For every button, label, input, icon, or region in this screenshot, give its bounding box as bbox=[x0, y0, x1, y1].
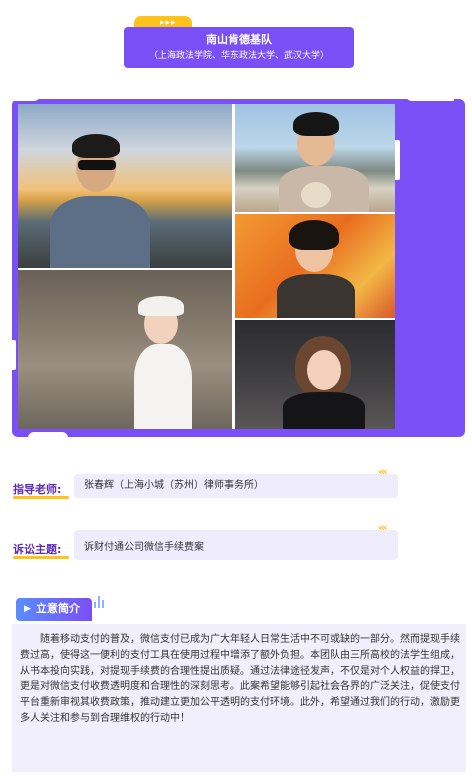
play-arrow-icon: ▶ bbox=[24, 604, 31, 614]
intro-title: 立意简介 bbox=[36, 602, 80, 615]
member-photo[interactable] bbox=[235, 104, 395, 212]
member-photo[interactable] bbox=[18, 104, 232, 268]
team-header: 南山肯德基队 （上海政法学院、华东政法大学、武汉大学） bbox=[124, 27, 354, 68]
team-photo-collage bbox=[18, 104, 395, 429]
intro-tab: ▶ 立意简介 bbox=[16, 598, 92, 621]
topic-label: 诉讼主题: bbox=[13, 543, 62, 556]
decor-bar bbox=[102, 600, 104, 608]
member-photo[interactable] bbox=[235, 320, 395, 429]
bandana-icon bbox=[138, 296, 184, 316]
member-photo[interactable] bbox=[235, 214, 395, 318]
decor-bar bbox=[98, 596, 100, 608]
advisor-value: 张春辉（上海小城（苏州）律师事务所） bbox=[84, 480, 264, 491]
frame-notch bbox=[406, 91, 454, 101]
person-body bbox=[283, 392, 365, 429]
person-hair bbox=[72, 134, 120, 158]
advisor-label: 指导老师: bbox=[13, 483, 62, 496]
person-body bbox=[134, 344, 192, 429]
frame-notch bbox=[10, 91, 40, 101]
team-schools: （上海政法学院、华东政法大学、武汉大学） bbox=[148, 51, 329, 61]
frame-notch bbox=[28, 432, 68, 440]
team-name: 南山肯德基队 bbox=[206, 33, 272, 46]
intro-text: 随着移动支付的普及，微信支付已成为广大年轻人日常生活中不可或缺的一部分。然而提现… bbox=[20, 634, 460, 724]
person-hair bbox=[289, 220, 339, 250]
member-photo[interactable] bbox=[18, 270, 232, 429]
decor-bar bbox=[94, 602, 96, 608]
sunglasses-icon bbox=[78, 160, 116, 170]
person-hair bbox=[293, 112, 339, 136]
label-underline bbox=[13, 556, 69, 559]
label-underline bbox=[13, 496, 69, 499]
dog-figure bbox=[301, 182, 331, 208]
frame-accent bbox=[8, 340, 16, 370]
person-face bbox=[307, 350, 341, 390]
topic-value: 诉财付通公司微信手续费案 bbox=[84, 542, 204, 553]
person-body bbox=[277, 274, 355, 318]
person-body bbox=[50, 196, 150, 268]
